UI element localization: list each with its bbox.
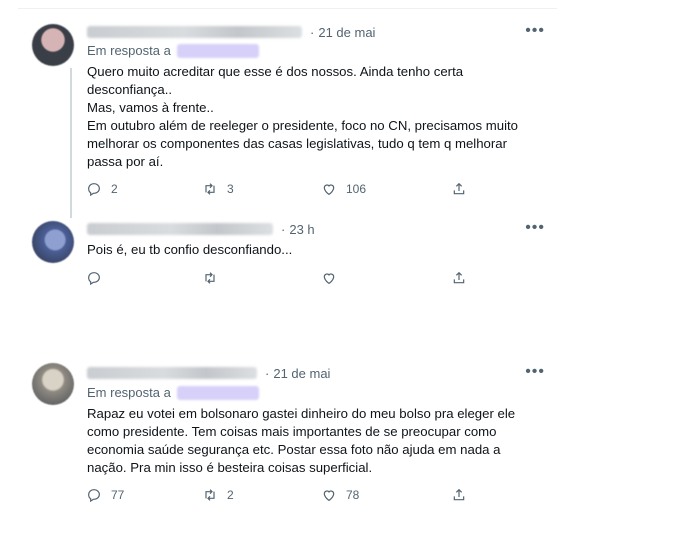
retweet-icon xyxy=(205,489,215,501)
reply-icon xyxy=(88,489,100,503)
like-button[interactable] xyxy=(321,270,356,286)
reply-handle-blurred[interactable] xyxy=(176,385,259,400)
share-button[interactable] xyxy=(451,487,476,503)
separator-dot: · xyxy=(281,221,286,237)
thread-line xyxy=(70,68,72,218)
like-button[interactable]: 106 xyxy=(321,181,366,197)
like-button[interactable]: 78 xyxy=(321,487,359,503)
action-bar: 77 2 78 xyxy=(84,487,484,507)
action-bar xyxy=(84,270,484,290)
reply-handle-blurred[interactable] xyxy=(176,43,259,58)
tweet-3[interactable]: · 21 de mai ••• Em resposta a Rapaz eu v… xyxy=(18,358,557,518)
tweet-text: Pois é, eu tb confio desconfiando... xyxy=(87,242,293,257)
like-count: 106 xyxy=(346,182,367,196)
timestamp[interactable]: 21 de mai xyxy=(318,25,375,40)
tweet-header: · 21 de mai xyxy=(87,363,330,383)
author-name-blurred[interactable] xyxy=(87,223,273,235)
reply-prefix: Em resposta a xyxy=(87,385,171,400)
tweet-2[interactable]: · 23 h ••• Pois é, eu tb confio desconfi… xyxy=(18,212,557,302)
retweet-button[interactable] xyxy=(202,270,237,286)
like-icon xyxy=(323,273,335,285)
separator-dot: · xyxy=(310,24,315,40)
share-icon xyxy=(453,182,465,195)
share-button[interactable] xyxy=(451,181,476,197)
reply-count: 2 xyxy=(111,182,118,196)
reply-icon xyxy=(88,272,100,286)
more-options-button[interactable]: ••• xyxy=(525,219,545,237)
more-options-button[interactable]: ••• xyxy=(525,22,545,40)
retweet-icon xyxy=(205,183,215,195)
retweet-icon xyxy=(205,272,215,284)
reply-context: Em resposta a xyxy=(87,43,259,58)
share-icon xyxy=(453,271,465,284)
avatar[interactable] xyxy=(32,221,74,263)
reply-icon xyxy=(88,183,100,197)
retweet-count: 2 xyxy=(227,488,234,502)
reply-button[interactable]: 77 xyxy=(86,487,124,503)
action-bar: 2 3 106 xyxy=(84,181,484,201)
reply-prefix: Em resposta a xyxy=(87,43,171,58)
share-icon xyxy=(453,488,465,501)
reply-button[interactable]: 2 xyxy=(86,181,121,197)
timestamp[interactable]: 21 de mai xyxy=(273,366,330,381)
tweet-1[interactable]: · 21 de mai ••• Em resposta a Quero muit… xyxy=(18,18,557,218)
reply-count: 77 xyxy=(111,488,125,502)
retweet-button[interactable]: 2 xyxy=(202,487,237,503)
like-count: 78 xyxy=(346,488,360,502)
more-options-button[interactable]: ••• xyxy=(525,363,545,381)
timestamp[interactable]: 23 h xyxy=(289,222,314,237)
avatar[interactable] xyxy=(32,363,74,405)
reply-context: Em resposta a xyxy=(87,385,259,400)
divider xyxy=(18,8,557,9)
like-icon xyxy=(323,184,335,196)
reply-button[interactable] xyxy=(86,270,121,286)
tweet-text: Quero muito acreditar que esse é dos nos… xyxy=(87,64,519,169)
share-button[interactable] xyxy=(451,270,476,286)
tweet-header: · 23 h xyxy=(87,219,315,239)
separator-dot: · xyxy=(265,365,270,381)
retweet-button[interactable]: 3 xyxy=(202,181,237,197)
like-icon xyxy=(323,490,335,502)
retweet-count: 3 xyxy=(227,182,234,196)
tweet-header: · 21 de mai xyxy=(87,22,375,42)
author-name-blurred[interactable] xyxy=(87,26,302,38)
tweet-text: Rapaz eu votei em bolsonaro gastei dinhe… xyxy=(87,406,516,475)
author-name-blurred[interactable] xyxy=(87,367,257,379)
avatar[interactable] xyxy=(32,24,74,66)
